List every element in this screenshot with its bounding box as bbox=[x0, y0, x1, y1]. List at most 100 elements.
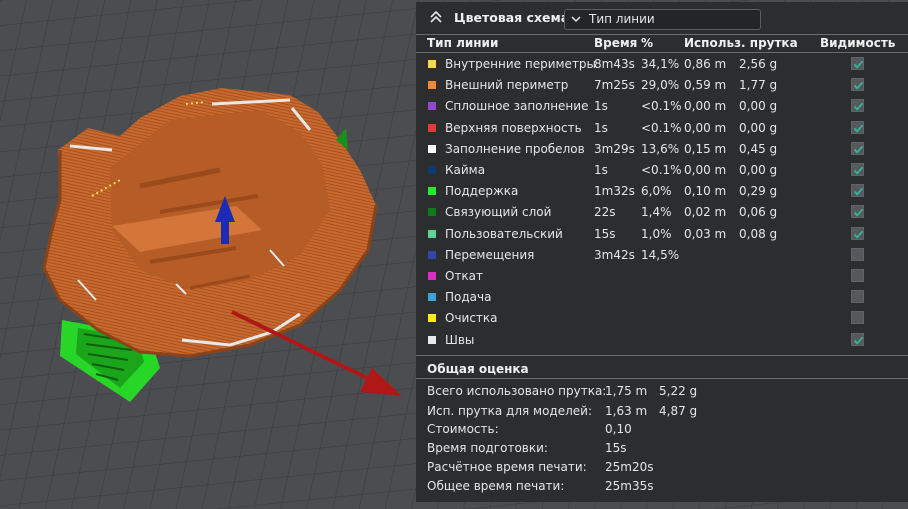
col-header-type: Тип линии bbox=[427, 36, 499, 50]
visibility-checkbox[interactable] bbox=[851, 269, 864, 282]
estimated-time-value: 25m20s bbox=[605, 460, 654, 474]
check-icon bbox=[853, 187, 864, 196]
summary-title-separator bbox=[416, 378, 908, 379]
line-percent: 13,6% bbox=[641, 141, 680, 156]
header-separator bbox=[416, 34, 908, 35]
color-swatch bbox=[428, 335, 436, 344]
line-usage-m: 0,00 m bbox=[684, 163, 727, 177]
prep-time-value: 15s bbox=[605, 441, 627, 455]
color-swatch bbox=[428, 123, 436, 132]
visibility-checkbox[interactable] bbox=[851, 290, 864, 304]
visibility-checkbox[interactable] bbox=[851, 57, 864, 70]
collapse-icon[interactable] bbox=[428, 9, 444, 25]
line-usage-m: 0,10 m bbox=[684, 184, 727, 199]
total-time-label: Общее время печати: bbox=[427, 479, 565, 493]
visibility-checkbox[interactable] bbox=[851, 332, 864, 346]
columns-separator bbox=[416, 52, 908, 53]
line-type-name: Швы bbox=[445, 332, 475, 347]
line-type-name: Перемещения bbox=[445, 247, 535, 262]
line-percent: 6,0% bbox=[641, 184, 672, 199]
legend-row: Швы bbox=[416, 331, 908, 352]
line-usage-g: 0,45 g bbox=[739, 141, 778, 156]
color-swatch bbox=[428, 81, 436, 90]
legend-row: Кайма 1s <0.1% 0,00 m 0,00 g bbox=[416, 161, 908, 182]
line-type-name: Верхняя поверхность bbox=[445, 120, 582, 135]
col-header-visibility: Видимость bbox=[820, 36, 896, 50]
line-type-name: Заполнение пробелов bbox=[445, 141, 585, 156]
color-swatch bbox=[428, 187, 436, 196]
col-header-percent: % bbox=[641, 36, 654, 50]
check-icon bbox=[853, 336, 864, 345]
visibility-checkbox[interactable] bbox=[851, 247, 864, 261]
check-icon bbox=[853, 166, 864, 175]
visibility-checkbox[interactable] bbox=[851, 205, 864, 219]
chevron-down-icon bbox=[571, 16, 581, 23]
color-scheme-dropdown[interactable]: Тип линии bbox=[564, 9, 761, 30]
check-icon bbox=[853, 60, 864, 69]
check-icon bbox=[853, 209, 864, 218]
visibility-checkbox[interactable] bbox=[851, 163, 864, 176]
visibility-checkbox[interactable] bbox=[851, 99, 864, 113]
line-time: 8m43s bbox=[594, 57, 635, 71]
prep-time-label: Время подготовки: bbox=[427, 441, 548, 455]
visibility-checkbox[interactable] bbox=[851, 78, 864, 92]
legend-row: Пользовательский 15s 1,0% 0,03 m 0,08 g bbox=[416, 225, 908, 246]
line-type-name: Откат bbox=[445, 269, 484, 283]
line-time: 22s bbox=[594, 205, 616, 220]
legend-row: Связующий слой 22s 1,4% 0,02 m 0,06 g bbox=[416, 203, 908, 224]
line-type-name: Пользовательский bbox=[445, 226, 563, 241]
line-usage-g: 1,77 g bbox=[739, 78, 778, 93]
color-scheme-title: Цветовая схема bbox=[454, 10, 570, 25]
legend-row: Внутренние периметры 8m43s 34,1% 0,86 m 2,56… bbox=[416, 55, 908, 76]
line-percent: <0.1% bbox=[641, 120, 682, 135]
line-type-name: Внутренние периметры bbox=[445, 57, 597, 71]
line-usage-g: 0,00 g bbox=[739, 163, 778, 177]
line-usage-g: 0,08 g bbox=[739, 226, 778, 241]
visibility-checkbox[interactable] bbox=[851, 120, 864, 134]
color-swatch bbox=[428, 60, 436, 68]
model-filament-label: Исп. прутка для моделей: bbox=[427, 404, 592, 418]
total-filament-m: 1,75 m bbox=[605, 384, 648, 398]
line-usage-m: 0,02 m bbox=[684, 205, 727, 220]
line-type-name: Сплошное заполнение bbox=[445, 99, 589, 114]
col-header-usage: Использ. прутка bbox=[684, 36, 798, 50]
model-filament-g: 4,87 g bbox=[659, 404, 698, 418]
line-type-name: Связующий слой bbox=[445, 205, 552, 220]
line-time: 1s bbox=[594, 163, 608, 177]
line-usage-g: 0,06 g bbox=[739, 205, 778, 220]
total-filament-g: 5,22 g bbox=[659, 384, 698, 398]
color-swatch bbox=[428, 250, 436, 259]
legend-row: Верхняя поверхность 1s <0.1% 0,00 m 0,00 g bbox=[416, 119, 908, 140]
check-icon bbox=[853, 145, 864, 154]
line-type-name: Поддержка bbox=[445, 184, 519, 199]
legend-row: Внешний периметр 7m25s 29,0% 0,59 m 1,77 g bbox=[416, 76, 908, 97]
visibility-checkbox[interactable] bbox=[851, 226, 864, 240]
summary-separator bbox=[416, 355, 908, 356]
check-icon bbox=[853, 124, 864, 133]
line-percent: 29,0% bbox=[641, 78, 680, 93]
estimated-time-label: Расчётное время печати: bbox=[427, 460, 587, 474]
visibility-checkbox[interactable] bbox=[851, 311, 864, 325]
line-type-name: Внешний периметр bbox=[445, 78, 569, 93]
color-swatch bbox=[428, 166, 436, 174]
visibility-checkbox[interactable] bbox=[851, 141, 864, 155]
line-time: 3m42s bbox=[594, 247, 635, 262]
model-filament-m: 1,63 m bbox=[605, 404, 648, 418]
legend-header: Цветовая схема Тип линии bbox=[416, 2, 908, 34]
color-swatch bbox=[428, 208, 436, 217]
line-usage-g: 0,29 g bbox=[739, 184, 778, 199]
color-swatch bbox=[428, 144, 436, 153]
legend-row: Очистка bbox=[416, 309, 908, 330]
line-percent: 14,5% bbox=[641, 247, 680, 262]
line-usage-g: 0,00 g bbox=[739, 99, 778, 114]
line-time: 1s bbox=[594, 99, 608, 114]
color-swatch bbox=[428, 229, 436, 238]
cost-label: Стоимость: bbox=[427, 422, 499, 436]
visibility-checkbox[interactable] bbox=[851, 184, 864, 198]
line-type-name: Очистка bbox=[445, 311, 498, 326]
check-icon bbox=[853, 81, 864, 90]
line-usage-m: 0,15 m bbox=[684, 141, 727, 156]
line-percent: 1,0% bbox=[641, 226, 672, 241]
col-header-time: Время bbox=[594, 36, 638, 50]
line-usage-m: 0,00 m bbox=[684, 99, 727, 114]
